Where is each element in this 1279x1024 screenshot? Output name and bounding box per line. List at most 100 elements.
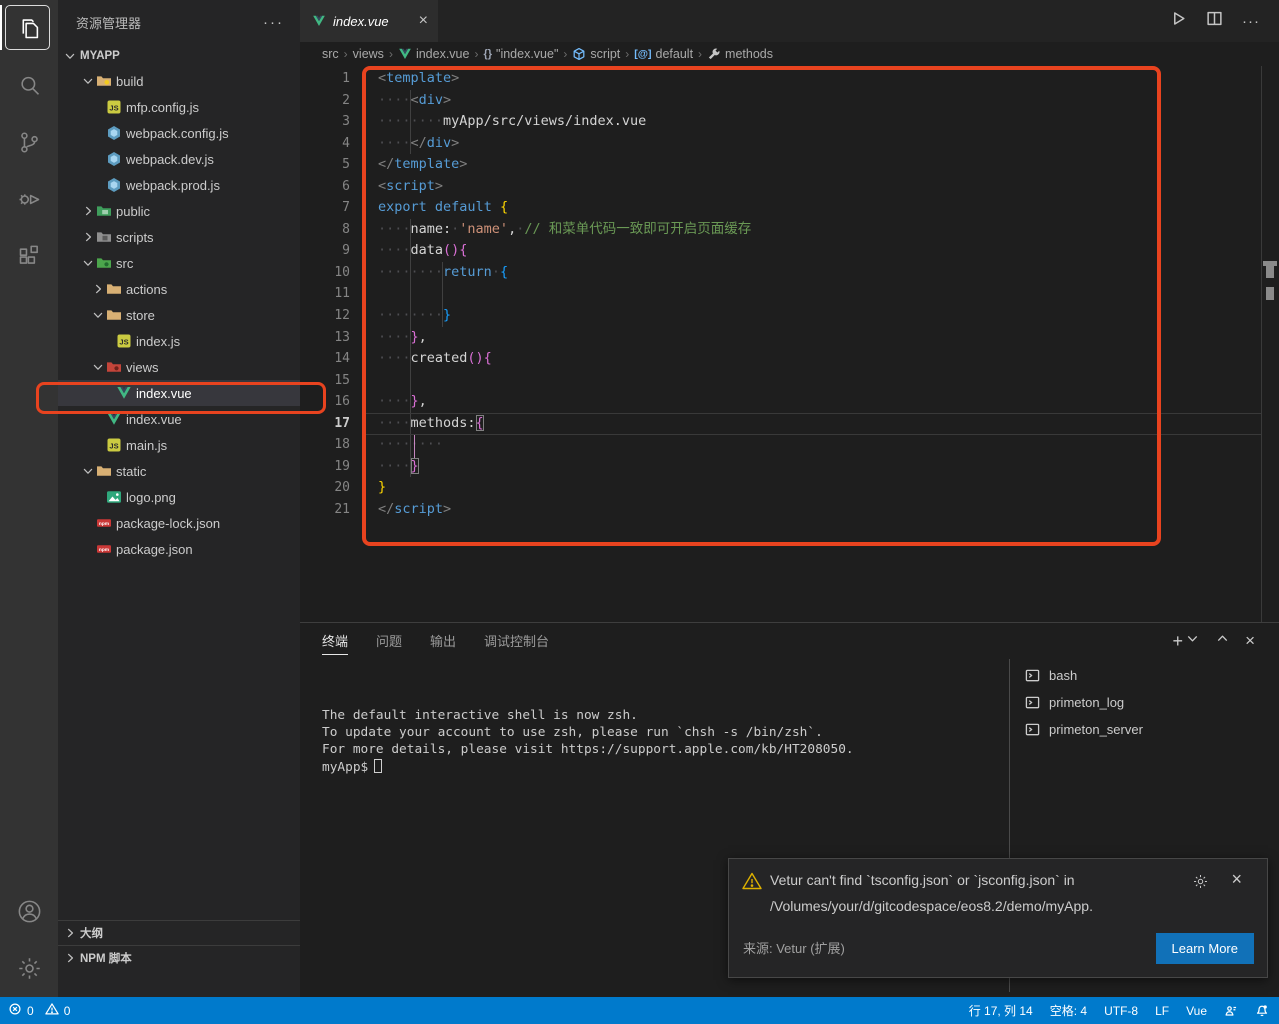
gear-icon — [16, 955, 43, 982]
notification-toast: Vetur can't find `tsconfig.json` or `jsc… — [728, 858, 1268, 978]
learn-more-button[interactable]: Learn More — [1156, 933, 1254, 964]
tab-index-vue[interactable]: index.vue × — [300, 0, 438, 42]
status-bar: 0 0 行 17, 列 14 空格: 4 UTF-8 LF Vue — [0, 997, 1279, 1024]
tree-item-main.js[interactable]: JS main.js — [58, 432, 300, 458]
account-icon — [16, 898, 43, 925]
file-tree: buildJSmfp.config.jswebpack.config.jsweb… — [58, 68, 300, 562]
chevron-down-icon — [62, 48, 78, 64]
gear-icon[interactable] — [1192, 873, 1209, 895]
run-icon[interactable] — [1170, 10, 1187, 32]
svg-text:JS: JS — [109, 441, 118, 450]
line-content: } — [350, 477, 386, 499]
code-line-19: 19····} — [300, 456, 1279, 478]
status-right: 行 17, 列 14 空格: 4 UTF-8 LF Vue — [969, 997, 1269, 1024]
status-item-1[interactable]: 行 17, 列 14 — [969, 1002, 1033, 1019]
breadcrumb-item-7[interactable]: methods — [707, 47, 773, 61]
tree-item-scripts[interactable]: scripts — [58, 224, 300, 250]
chevron-down-icon[interactable] — [1185, 631, 1200, 651]
breadcrumb-item-4[interactable]: {}"index.vue" — [483, 47, 558, 61]
breadcrumb-separator: › — [625, 47, 629, 61]
tree-item-store[interactable]: store — [58, 302, 300, 328]
chevron-right-icon — [80, 203, 96, 219]
panel-tab-4[interactable]: 调试控制台 — [484, 623, 549, 659]
terminal-entry-primeton_log[interactable]: primeton_log — [1010, 689, 1279, 716]
current-line-border — [363, 413, 1262, 414]
breadcrumb-label: script — [590, 47, 620, 61]
tree-item-index.vue[interactable]: index.vue — [58, 380, 300, 406]
terminal-entry-bash[interactable]: bash — [1010, 662, 1279, 689]
activity-item-settings[interactable] — [0, 940, 58, 997]
breadcrumb-item-3[interactable]: index.vue — [398, 47, 470, 61]
status-item-4[interactable]: LF — [1155, 1004, 1169, 1018]
split-editor-icon[interactable] — [1206, 10, 1223, 32]
activity-item-extensions[interactable] — [0, 228, 58, 285]
tree-item-webpack.prod.js[interactable]: webpack.prod.js — [58, 172, 300, 198]
status-item-3[interactable]: UTF-8 — [1104, 1004, 1138, 1018]
activity-item-source-control[interactable] — [0, 114, 58, 171]
feedback-icon[interactable] — [1224, 1004, 1238, 1018]
tree-item-package.json[interactable]: npmpackage.json — [58, 536, 300, 562]
editor-area: index.vue × ··· src›views›index.vue›{}"i… — [300, 0, 1279, 997]
bell-icon[interactable] — [1255, 1004, 1269, 1018]
tree-item-logo.png[interactable]: logo.png — [58, 484, 300, 510]
tree-item-index.js[interactable]: JSindex.js — [58, 328, 300, 354]
breadcrumb-label: default — [656, 47, 694, 61]
activity-item-search[interactable] — [0, 57, 58, 114]
tree-item-actions[interactable]: actions — [58, 276, 300, 302]
close-icon[interactable]: × — [1231, 869, 1242, 890]
panel-tab-2[interactable]: 问题 — [376, 623, 402, 659]
activity-item-explorer[interactable] — [0, 0, 58, 57]
maximize-panel-icon[interactable] — [1215, 631, 1230, 651]
new-terminal-icon[interactable]: + — [1173, 631, 1184, 652]
tree-item-views[interactable]: views — [58, 354, 300, 380]
panel-tab-3[interactable]: 输出 — [430, 623, 456, 659]
folder-build-icon — [96, 73, 116, 89]
problems-status[interactable]: 0 0 — [8, 1002, 70, 1019]
activity-item-account[interactable] — [0, 883, 58, 940]
tree-item-public[interactable]: public — [58, 198, 300, 224]
status-item-2[interactable]: 空格: 4 — [1050, 1002, 1087, 1019]
tree-item-webpack.dev.js[interactable]: webpack.dev.js — [58, 146, 300, 172]
breadcrumb-item-5[interactable]: script — [572, 47, 620, 61]
workspace-root-row[interactable]: MYAPP — [58, 44, 300, 68]
activity-item-run-debug[interactable] — [0, 171, 58, 228]
explorer-more-actions-icon[interactable]: ··· — [263, 14, 284, 31]
tree-item-package-lock.json[interactable]: npmpackage-lock.json — [58, 510, 300, 536]
panel-tab-1[interactable]: 终端 — [322, 623, 348, 659]
close-panel-icon[interactable]: × — [1245, 631, 1255, 651]
code-line-20: 20} — [300, 477, 1279, 499]
tree-item-src[interactable]: src — [58, 250, 300, 276]
chevron-right-icon — [62, 925, 78, 941]
tree-item-label: main.js — [126, 438, 167, 453]
terminal-output[interactable]: The default interactive shell is now zsh… — [322, 707, 854, 776]
tree-item-index.vue[interactable]: index.vue — [58, 406, 300, 432]
breadcrumb-item-2[interactable]: views — [353, 47, 384, 61]
close-icon[interactable]: × — [419, 13, 428, 29]
sidebar-section-0[interactable]: 大纲 — [58, 920, 300, 945]
tree-item-build[interactable]: build — [58, 68, 300, 94]
tab-bar: index.vue × ··· — [300, 0, 1279, 42]
status-item-5[interactable]: Vue — [1186, 1004, 1207, 1018]
breadcrumb-item-1[interactable]: src — [322, 47, 339, 61]
tree-item-webpack.config.js[interactable]: webpack.config.js — [58, 120, 300, 146]
more-actions-icon[interactable]: ··· — [1242, 13, 1260, 30]
line-content: ····<div> — [350, 90, 451, 112]
sidebar-section-1[interactable]: NPM 脚本 — [58, 945, 300, 970]
chevron-spacer — [80, 515, 96, 531]
breadcrumb-item-6[interactable]: [@]default — [634, 47, 693, 61]
line-number: 19 — [300, 456, 350, 478]
code-editor[interactable]: 1<template>2····<div>3········myApp/src/… — [300, 66, 1279, 622]
line-number: 5 — [300, 154, 350, 176]
line-number: 8 — [300, 219, 350, 241]
tree-item-mfp.config.js[interactable]: JSmfp.config.js — [58, 94, 300, 120]
chevron-spacer — [90, 489, 106, 505]
terminal-entry-primeton_server[interactable]: primeton_server — [1010, 716, 1279, 743]
notification-source: 来源: Vetur (扩展) — [743, 938, 845, 957]
notification-line2: /Volumes/your/d/gitcodespace/eos8.2/demo… — [770, 898, 1093, 914]
line-content: ····data(){ — [350, 240, 467, 262]
line-number: 10 — [300, 262, 350, 284]
tree-item-static[interactable]: static — [58, 458, 300, 484]
folder-scripts-icon — [96, 229, 116, 245]
code-line-15: 15 — [300, 370, 1279, 392]
wrench-icon — [707, 47, 721, 61]
